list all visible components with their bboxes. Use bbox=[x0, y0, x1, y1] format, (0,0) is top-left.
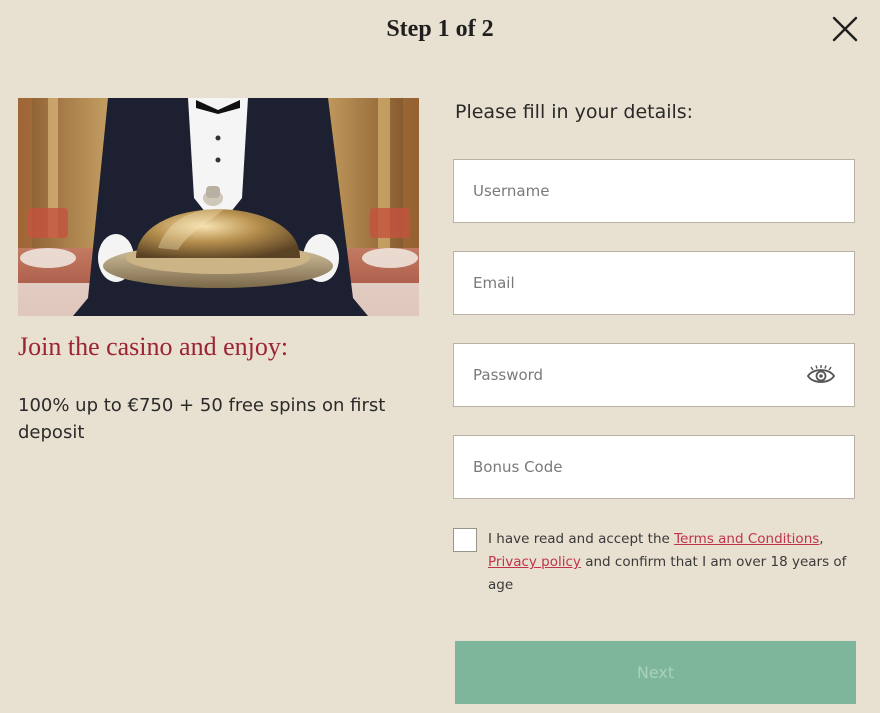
close-icon[interactable] bbox=[828, 12, 862, 46]
consent-checkbox[interactable] bbox=[453, 528, 477, 552]
username-input[interactable] bbox=[454, 160, 854, 222]
consent-prefix: I have read and accept the bbox=[488, 531, 675, 547]
butler-with-cloche-image bbox=[18, 98, 419, 316]
bonus-code-field-wrapper bbox=[453, 435, 855, 499]
email-field-wrapper bbox=[453, 251, 855, 315]
password-input[interactable] bbox=[454, 344, 854, 406]
terms-and-conditions-link[interactable]: Terms and Conditions bbox=[674, 531, 819, 547]
bonus-code-input[interactable] bbox=[454, 436, 854, 498]
promo-heading: Join the casino and enjoy: bbox=[18, 332, 289, 361]
email-input[interactable] bbox=[454, 252, 854, 314]
consent-text: I have read and accept the Terms and Con… bbox=[488, 528, 850, 597]
form-title: Please fill in your details: bbox=[455, 101, 694, 123]
username-field-wrapper bbox=[453, 159, 855, 223]
consent-separator: , bbox=[819, 531, 824, 547]
privacy-policy-link[interactable]: Privacy policy bbox=[488, 554, 581, 570]
promo-offer-text: 100% up to €750 + 50 free spins on first… bbox=[18, 395, 386, 443]
close-button[interactable] bbox=[828, 12, 862, 46]
password-field-wrapper bbox=[453, 343, 855, 407]
password-visibility-toggle[interactable] bbox=[806, 365, 836, 387]
next-button[interactable]: Next bbox=[455, 641, 856, 704]
page-title: Step 1 of 2 bbox=[386, 16, 494, 42]
eye-icon[interactable] bbox=[806, 365, 836, 387]
